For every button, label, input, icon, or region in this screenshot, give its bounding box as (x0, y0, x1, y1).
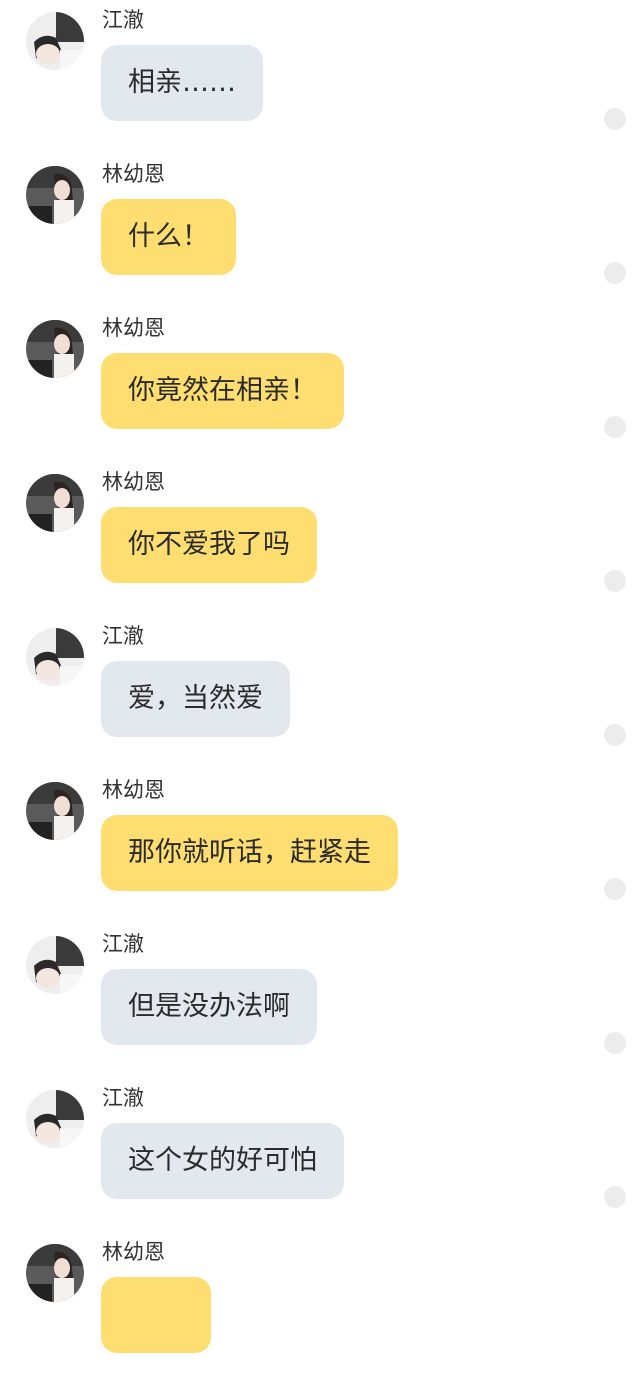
sender-name: 江澈 (102, 932, 144, 956)
avatar[interactable] (26, 320, 84, 378)
avatar[interactable] (26, 628, 84, 686)
status-dot (604, 1186, 626, 1208)
message-bubble[interactable]: 那你就听话，赶紧走 (101, 815, 398, 891)
sender-name: 江澈 (102, 1086, 144, 1110)
avatar-jiang-icon (26, 936, 84, 994)
message-row: 林幼恩 你竟然在相亲！ (0, 308, 640, 462)
message-row: 林幼恩 (0, 1232, 640, 1386)
message-bubble[interactable] (101, 1277, 211, 1353)
message-row: 林幼恩 那你就听话，赶紧走 (0, 770, 640, 924)
message-row: 林幼恩 什么！ (0, 154, 640, 308)
avatar-jiang-icon (26, 1090, 84, 1148)
avatar[interactable] (26, 1244, 84, 1302)
message-row: 林幼恩 你不爱我了吗 (0, 462, 640, 616)
avatar[interactable] (26, 936, 84, 994)
avatar[interactable] (26, 782, 84, 840)
sender-name: 林幼恩 (102, 1240, 165, 1264)
sender-name: 江澈 (102, 624, 144, 648)
avatar-lin-icon (26, 320, 84, 378)
avatar-jiang-icon (26, 628, 84, 686)
sender-name: 林幼恩 (102, 162, 165, 186)
message-row: 江澈 相亲…… (0, 0, 640, 154)
status-dot (604, 108, 626, 130)
avatar-lin-icon (26, 1244, 84, 1302)
avatar-jiang-icon (26, 12, 84, 70)
message-bubble[interactable]: 但是没办法啊 (101, 969, 317, 1045)
avatar[interactable] (26, 166, 84, 224)
avatar-lin-icon (26, 166, 84, 224)
chat-message-list[interactable]: 江澈 相亲…… 林幼恩 什么！ 林幼恩 你竟然在相亲！ 林幼恩 你不爱我了吗 江… (0, 0, 640, 1353)
message-bubble[interactable]: 相亲…… (101, 45, 263, 121)
message-row: 江澈 但是没办法啊 (0, 924, 640, 1078)
sender-name: 林幼恩 (102, 316, 165, 340)
message-bubble[interactable]: 爱，当然爱 (101, 661, 290, 737)
status-dot (604, 878, 626, 900)
avatar[interactable] (26, 12, 84, 70)
status-dot (604, 570, 626, 592)
message-bubble[interactable]: 这个女的好可怕 (101, 1123, 344, 1199)
message-bubble[interactable]: 什么！ (101, 199, 236, 275)
message-row: 江澈 爱，当然爱 (0, 616, 640, 770)
sender-name: 林幼恩 (102, 470, 165, 494)
message-bubble[interactable]: 你不爱我了吗 (101, 507, 317, 583)
sender-name: 江澈 (102, 8, 144, 32)
status-dot (604, 262, 626, 284)
avatar-lin-icon (26, 782, 84, 840)
status-dot (604, 1032, 626, 1054)
status-dot (604, 724, 626, 746)
status-dot (604, 416, 626, 438)
avatar-lin-icon (26, 474, 84, 532)
sender-name: 林幼恩 (102, 778, 165, 802)
avatar[interactable] (26, 474, 84, 532)
message-row: 江澈 这个女的好可怕 (0, 1078, 640, 1232)
message-bubble[interactable]: 你竟然在相亲！ (101, 353, 344, 429)
avatar[interactable] (26, 1090, 84, 1148)
